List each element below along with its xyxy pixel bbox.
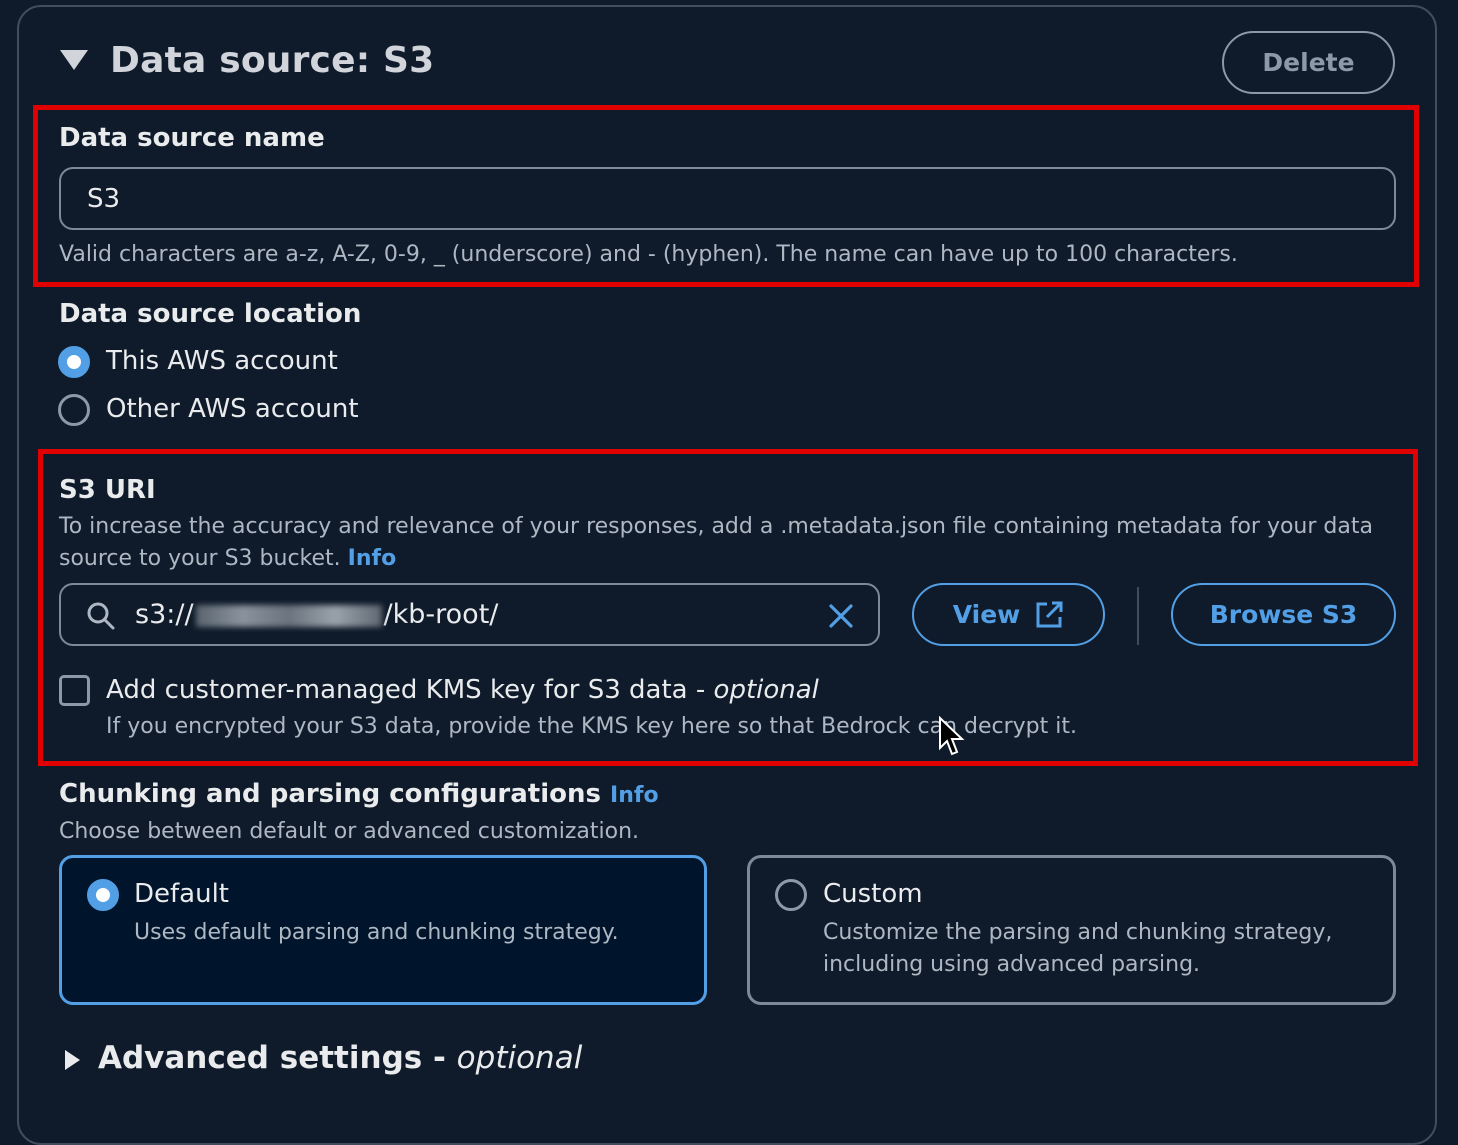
card-custom-description-line1: Customize the parsing and chunking strat… <box>823 920 1333 945</box>
panel-title: Data source: S3 <box>110 40 435 81</box>
s3-uri-description-text: source to your S3 bucket. <box>59 546 341 571</box>
radio-default[interactable] <box>87 879 119 911</box>
card-default-description: Uses default parsing and chunking strate… <box>134 920 619 945</box>
data-source-name-input[interactable]: S3 <box>59 167 1396 230</box>
chunking-description: Choose between default or advanced custo… <box>59 819 640 844</box>
s3-uri-info-link[interactable]: Info <box>348 546 397 571</box>
radio-this-account-label[interactable]: This AWS account <box>106 346 338 376</box>
chunking-card-custom[interactable]: Custom Customize the parsing and chunkin… <box>747 855 1396 1005</box>
expand-caret-icon[interactable] <box>65 1050 80 1070</box>
kms-key-checkbox[interactable] <box>59 675 90 706</box>
advanced-settings-optional: optional <box>456 1040 583 1076</box>
data-source-name-label: Data source name <box>59 123 325 153</box>
delete-button[interactable]: Delete <box>1222 31 1395 94</box>
card-custom-title: Custom <box>823 879 923 909</box>
data-source-location-label: Data source location <box>59 299 362 329</box>
radio-other-account[interactable] <box>58 394 90 426</box>
browse-s3-button[interactable]: Browse S3 <box>1171 583 1396 646</box>
s3-uri-input[interactable]: s3:// /kb-root/ <box>59 583 880 646</box>
advanced-settings-label: Advanced settings - <box>98 1040 457 1076</box>
kms-key-label-text: Add customer-managed KMS key for S3 data… <box>106 675 714 705</box>
radio-custom[interactable] <box>775 879 807 911</box>
kms-key-optional: optional <box>713 675 819 705</box>
s3-uri-description-line2: source to your S3 bucket. Info <box>59 546 396 571</box>
chunking-card-default[interactable]: Default Uses default parsing and chunkin… <box>59 855 707 1005</box>
kms-key-hint: If you encrypted your S3 data, provide t… <box>106 714 1077 739</box>
radio-this-account[interactable] <box>58 346 90 378</box>
s3-uri-description-line1: To increase the accuracy and relevance o… <box>59 514 1373 539</box>
view-button[interactable]: View <box>912 583 1105 646</box>
data-source-name-hint: Valid characters are a-z, A-Z, 0-9, _ (u… <box>59 242 1238 267</box>
s3-uri-value: s3:// /kb-root/ <box>135 599 498 630</box>
clear-icon[interactable] <box>825 600 857 632</box>
chunking-info-link[interactable]: Info <box>610 783 659 808</box>
card-custom-description-line2: including using advanced parsing. <box>823 952 1201 977</box>
kms-key-label[interactable]: Add customer-managed KMS key for S3 data… <box>106 675 819 705</box>
chunking-label: Chunking and parsing configurations Info <box>59 779 659 809</box>
view-button-label: View <box>952 600 1021 629</box>
external-link-icon <box>1036 601 1063 627</box>
s3-uri-value-prefix: s3:// <box>135 599 194 630</box>
data-source-name-value: S3 <box>87 183 121 214</box>
collapse-caret-icon[interactable] <box>60 50 88 70</box>
redacted-bucket-name <box>195 604 382 627</box>
radio-other-account-label[interactable]: Other AWS account <box>106 394 359 424</box>
mouse-cursor-icon <box>939 716 965 756</box>
s3-uri-value-suffix: /kb-root/ <box>383 599 499 630</box>
chunking-label-text: Chunking and parsing configurations <box>59 779 601 809</box>
search-icon <box>87 602 115 630</box>
card-default-title: Default <box>134 879 229 909</box>
s3-uri-label: S3 URI <box>59 475 156 505</box>
button-divider <box>1137 587 1139 645</box>
advanced-settings-toggle[interactable]: Advanced settings - optional <box>98 1040 582 1076</box>
